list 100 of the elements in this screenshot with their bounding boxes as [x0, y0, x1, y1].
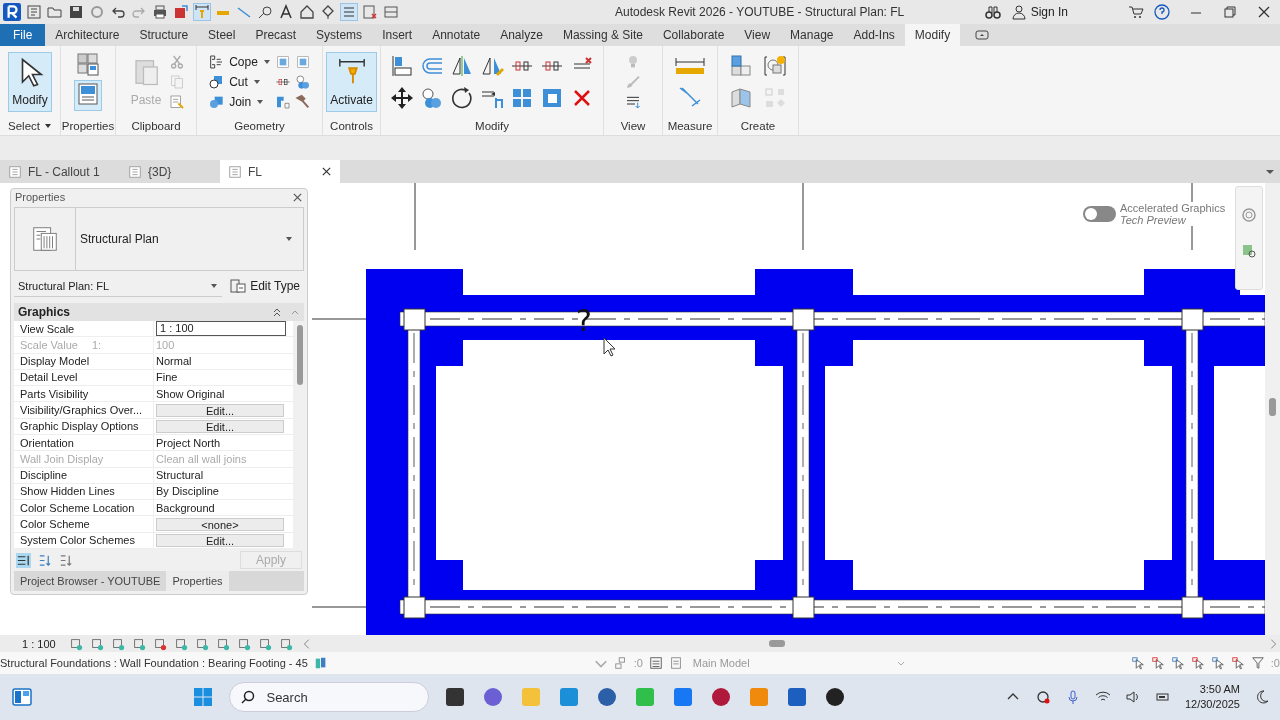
document-icon[interactable] [668, 656, 683, 670]
section-icon[interactable] [320, 4, 336, 20]
panel-toggle-icon[interactable] [974, 27, 991, 43]
property-value: Fine [156, 371, 178, 384]
zoom-icon[interactable] [1241, 243, 1257, 259]
close-views-icon[interactable] [362, 4, 378, 20]
panel-dropdown[interactable]: Select [0, 117, 60, 135]
sheet-icon [8, 164, 22, 179]
property-value: Project North [156, 436, 221, 449]
moon-icon[interactable] [1254, 689, 1270, 705]
ribbon-tab[interactable]: Collaborate [652, 24, 735, 46]
property-value: Clean all wall joins [156, 452, 247, 465]
panel-label: Create [739, 119, 777, 134]
tag-icon[interactable] [257, 4, 273, 20]
geometry-tool-button[interactable]: Join [208, 93, 265, 110]
ribbon-tab[interactable]: Add-Ins [843, 24, 905, 46]
caret-icon [262, 57, 271, 66]
ribbon-tab[interactable]: Insert [372, 24, 423, 46]
thin-lines-icon[interactable] [341, 4, 357, 20]
group-header[interactable]: Graphics [18, 305, 71, 319]
clock[interactable]: 3:50 AM 12/30/2025 [1184, 682, 1240, 712]
view-scale[interactable]: 1 : 100 [22, 637, 62, 650]
open-folder-icon[interactable] [47, 4, 63, 20]
geometry-tool-button[interactable]: Cut [208, 73, 261, 90]
close-icon[interactable] [321, 166, 332, 177]
panel-label: View [619, 119, 647, 134]
search-icon [240, 689, 257, 705]
edit-type-button[interactable]: Edit Type [230, 278, 304, 294]
cart-icon[interactable] [1128, 4, 1144, 20]
ribbon-tab[interactable]: Annotate [422, 24, 491, 46]
toggle-switch[interactable] [1083, 206, 1116, 222]
list-icon[interactable] [648, 656, 663, 670]
caret-icon [256, 97, 265, 106]
widgets-icon[interactable] [10, 685, 34, 709]
categorize-icon[interactable] [16, 552, 31, 568]
binoculars-icon[interactable] [984, 4, 1001, 20]
document-tab[interactable]: FL [220, 160, 340, 183]
ribbon-tab[interactable]: Architecture [45, 24, 130, 46]
property-button[interactable]: Edit... [156, 419, 284, 433]
workset-icon[interactable] [313, 656, 328, 670]
panel-tab[interactable]: Properties [166, 571, 229, 591]
sort-ascending-icon[interactable] [37, 552, 52, 568]
document-tab[interactable]: FL - Callout 1 [0, 160, 120, 183]
property-button[interactable]: <none> [156, 517, 284, 531]
ribbon-tab[interactable]: Manage [780, 24, 844, 46]
cube-icon[interactable] [729, 53, 753, 78]
panel-tab[interactable]: Project Browser - YOUTUBE [14, 571, 167, 591]
speaker-icon[interactable] [1124, 689, 1141, 705]
sheet-icon [228, 164, 242, 179]
ribbon-tab[interactable]: View [734, 24, 781, 46]
property-value: By Discipline [156, 485, 219, 498]
ribbon-tab[interactable]: Massing & Site [552, 24, 653, 46]
toggle-sublabel: Tech Preview [1120, 214, 1187, 226]
vertical-scrollbar[interactable] [1265, 183, 1280, 635]
type-properties-icon[interactable] [76, 52, 100, 76]
workset-count: :0 [633, 657, 643, 669]
dimension-line-icon[interactable] [236, 4, 252, 20]
property-button[interactable]: Edit... [156, 533, 284, 547]
collapse-icon[interactable] [272, 307, 282, 317]
text-icon[interactable] [278, 4, 294, 20]
filter-icon[interactable] [1250, 656, 1265, 670]
close-icon[interactable] [292, 191, 303, 203]
save-icon[interactable] [68, 4, 84, 20]
ribbon-tab[interactable]: Steel [198, 24, 246, 46]
close-icon[interactable] [1256, 4, 1272, 20]
ribbon-tab[interactable]: Precast [245, 24, 307, 46]
restore-icon[interactable] [1222, 4, 1238, 20]
ribbon-tab[interactable]: Modify [904, 24, 961, 46]
instance-dropdown[interactable]: Structural Plan: FL [14, 275, 223, 297]
help-icon[interactable] [1154, 4, 1170, 20]
ribbon-tab[interactable]: Systems [306, 24, 373, 46]
edit-type-icon [230, 278, 247, 294]
file-menu-button[interactable]: File [0, 24, 46, 46]
app-logo-icon[interactable] [3, 3, 21, 21]
geometry-tool-button[interactable]: Cope [208, 53, 271, 70]
caret-icon [210, 281, 219, 290]
property-value: Background [156, 501, 215, 514]
house-icon[interactable] [299, 4, 315, 20]
property-input[interactable]: 1 : 100 [156, 321, 286, 337]
move-icon[interactable] [390, 85, 414, 110]
document-tab[interactable]: {3D} [120, 160, 220, 183]
search-field[interactable]: Search [229, 682, 430, 712]
sign-in-button[interactable]: Sign In [1010, 4, 1068, 20]
property-label: Detail Level [20, 371, 78, 384]
wheel-icon[interactable] [1241, 207, 1257, 223]
property-label: Parts Visibility [20, 387, 89, 400]
dimension-pin-icon[interactable] [194, 4, 210, 20]
ribbon-tab[interactable]: Analyze [490, 24, 553, 46]
print-icon[interactable] [152, 4, 168, 20]
type-selector[interactable]: Structural Plan [14, 207, 304, 271]
export-icon[interactable] [173, 4, 189, 20]
switch-windows-icon[interactable] [383, 4, 399, 20]
editable-icon[interactable] [613, 656, 628, 670]
property-button[interactable]: Edit... [156, 403, 284, 417]
sort-descending-icon[interactable] [58, 552, 73, 568]
activate-button[interactable]: Activate [326, 51, 377, 112]
modify-tool-button[interactable]: Modify [8, 51, 52, 112]
panel-label: Properties [61, 119, 115, 134]
properties-button[interactable] [74, 80, 102, 111]
ribbon-tab[interactable]: Structure [129, 24, 199, 46]
